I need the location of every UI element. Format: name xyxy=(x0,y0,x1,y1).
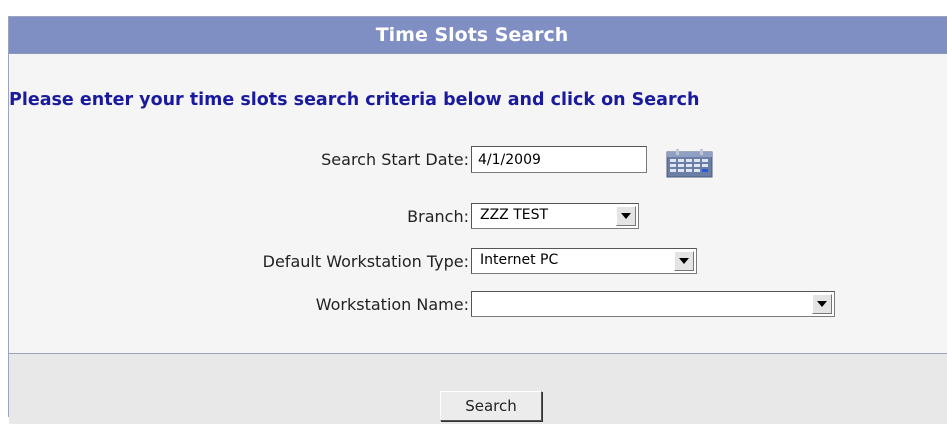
workstation-name-select[interactable] xyxy=(471,291,835,317)
time-slots-search-panel: Time Slots Search Please enter your time… xyxy=(8,16,947,424)
workstation-name-label: Workstation Name: xyxy=(315,295,469,314)
chevron-down-icon[interactable] xyxy=(616,206,636,226)
branch-label: Branch: xyxy=(407,207,469,226)
workstation-type-select[interactable]: Internet PC xyxy=(471,248,697,274)
panel-footer: Search xyxy=(9,353,947,424)
start-date-label: Search Start Date: xyxy=(321,150,469,169)
branch-row: Branch: ZZZ TEST xyxy=(9,203,947,231)
branch-select[interactable]: ZZZ TEST xyxy=(471,203,639,229)
workstation-type-select-value: Internet PC xyxy=(480,252,559,268)
branch-select-value: ZZZ TEST xyxy=(480,207,549,223)
chevron-down-icon[interactable] xyxy=(674,251,694,271)
panel-header: Time Slots Search xyxy=(9,17,947,54)
calendar-icon[interactable] xyxy=(666,149,715,179)
start-date-row: Search Start Date: xyxy=(9,146,947,178)
search-button[interactable]: Search xyxy=(440,391,542,421)
panel-title: Time Slots Search xyxy=(375,24,569,46)
start-date-input[interactable] xyxy=(471,146,647,173)
workstation-name-row: Workstation Name: xyxy=(9,291,947,319)
instructions-text: Please enter your time slots search crit… xyxy=(9,90,700,110)
workstation-type-label: Default Workstation Type: xyxy=(262,252,469,271)
workstation-type-row: Default Workstation Type: Internet PC xyxy=(9,248,947,276)
chevron-down-icon[interactable] xyxy=(812,294,832,314)
